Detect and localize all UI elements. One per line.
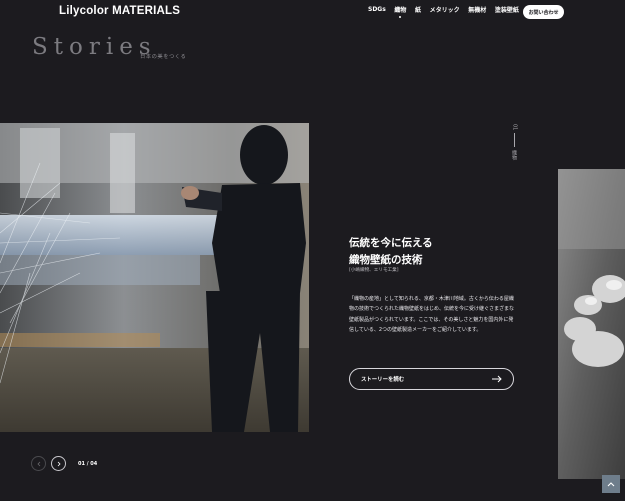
read-story-label: ストーリーを読む bbox=[361, 377, 405, 383]
nav-item-painted[interactable]: 塗装壁紙 bbox=[495, 5, 519, 14]
contact-button[interactable]: お問い合わせ bbox=[523, 5, 564, 19]
company-names: [小嶋織物、エリモ工業] bbox=[349, 268, 399, 273]
slide-heading: 伝統を今に伝える 織物壁紙の技術 bbox=[349, 235, 433, 269]
slide-heading-line1: 伝統を今に伝える bbox=[349, 237, 433, 249]
read-story-button[interactable]: ストーリーを読む bbox=[349, 368, 514, 390]
slide-pager: 01 / 04 bbox=[78, 461, 97, 467]
prev-slide-button[interactable] bbox=[31, 456, 46, 471]
nav-item-textile[interactable]: 織物 bbox=[394, 5, 406, 18]
section-subtitle: 日本の美をつくる bbox=[140, 54, 187, 60]
slide-category-label: 01 織物 bbox=[511, 124, 518, 160]
weaving-photo-image bbox=[0, 123, 309, 432]
brand-logo[interactable]: Lilycolor MATERIALS bbox=[59, 5, 180, 17]
nav-item-paper[interactable]: 紙 bbox=[415, 5, 421, 14]
section-title: Stories bbox=[32, 34, 157, 60]
next-slide-photo bbox=[558, 169, 625, 479]
nav-item-metallic[interactable]: メタリック bbox=[430, 5, 460, 14]
next-slide-photo-image bbox=[558, 169, 625, 479]
chevron-up-icon bbox=[607, 482, 615, 487]
slide-index: 01 bbox=[511, 124, 518, 131]
slide-description: 「織物の産地」として知られる、京都・木津川地域。古くから伝わる屋織物の技術でつく… bbox=[349, 296, 515, 333]
weaving-photo bbox=[0, 123, 309, 432]
chevron-left-icon bbox=[36, 461, 40, 466]
chevron-right-icon bbox=[57, 461, 61, 466]
pager-total: 04 bbox=[90, 461, 98, 467]
nav-item-sdgs[interactable]: SDGs bbox=[368, 6, 386, 13]
pager-current: 01 bbox=[78, 461, 85, 467]
slide-category: 織物 bbox=[511, 150, 517, 161]
arrow-right-icon bbox=[492, 375, 502, 383]
divider-line bbox=[514, 133, 515, 148]
scroll-top-button[interactable] bbox=[602, 475, 620, 493]
main-nav: SDGs 織物 紙 メタリック 無機材 塗装壁紙 bbox=[368, 5, 527, 18]
next-slide-button[interactable] bbox=[51, 456, 66, 471]
nav-item-inorganic[interactable]: 無機材 bbox=[468, 5, 486, 14]
